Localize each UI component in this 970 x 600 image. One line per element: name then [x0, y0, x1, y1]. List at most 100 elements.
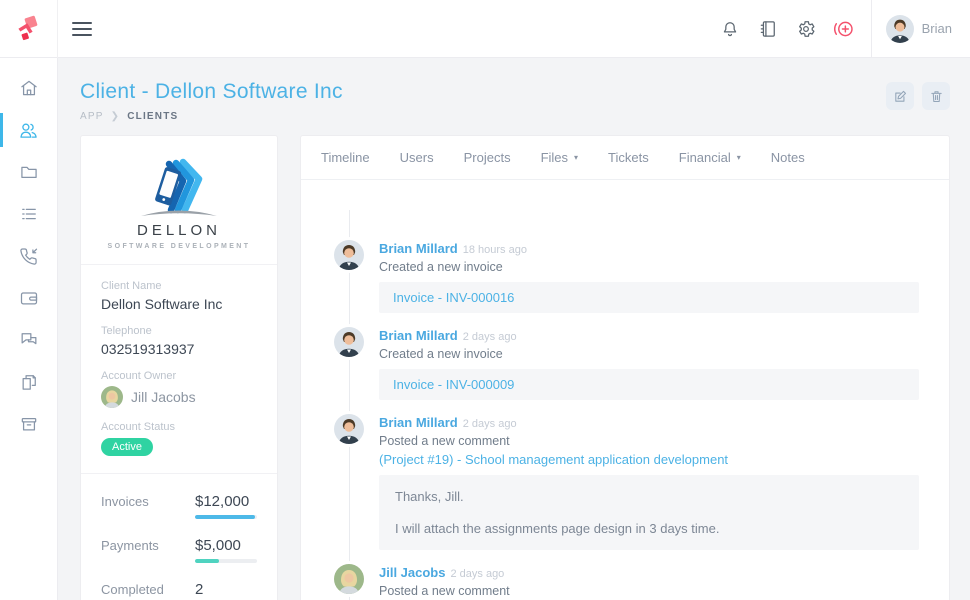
copy-documents-icon	[19, 372, 39, 392]
folder-icon	[19, 162, 39, 182]
tab-label: Financial	[679, 150, 731, 165]
quick-add-icon[interactable]	[825, 0, 863, 58]
stat-progress-fill	[195, 515, 255, 519]
timeline: Brian Millard 18 hours ago Created a new …	[334, 180, 919, 600]
tab-projects[interactable]: Projects	[449, 150, 526, 165]
stat-value: 2	[195, 581, 257, 598]
entry-user-link[interactable]: Jill Jacobs	[379, 565, 445, 580]
stat-invoices: Invoices $12,000	[101, 493, 257, 519]
sidebar	[0, 58, 58, 600]
stat-progress-track	[195, 559, 257, 563]
client-field-account-owner: Account Owner Jill Jacobs	[101, 370, 257, 408]
main-content: Client - Dellon Software Inc APP ❯ CLIEN…	[58, 58, 970, 600]
tab-tickets[interactable]: Tickets	[593, 150, 664, 165]
breadcrumb-clients[interactable]: CLIENTS	[127, 111, 178, 122]
timeline-entry: Brian Millard 18 hours ago Created a new …	[334, 240, 919, 313]
sidebar-item-messages[interactable]	[0, 319, 57, 361]
sidebar-item-payments[interactable]	[0, 277, 57, 319]
entry-avatar	[334, 240, 364, 270]
settings-gear-icon[interactable]	[787, 0, 825, 58]
entry-action-text: Posted a new comment	[379, 434, 919, 448]
topbar: Brian	[0, 0, 970, 58]
client-stats: Invoices $12,000 Payments $5,000 Complet…	[81, 474, 277, 600]
status-badge: Active	[101, 438, 153, 456]
tab-files[interactable]: Files ▾	[526, 150, 593, 165]
user-menu[interactable]: Brian	[872, 0, 970, 58]
breadcrumb-separator-icon: ❯	[111, 111, 121, 122]
phone-incoming-icon	[19, 246, 39, 266]
entry-user-link[interactable]: Brian Millard	[379, 241, 458, 256]
tabs: Timeline Users Projects Files ▾ Tickets …	[301, 136, 949, 180]
page-header: Client - Dellon Software Inc APP ❯ CLIEN…	[80, 80, 950, 122]
chevron-down-icon: ▾	[574, 153, 578, 162]
notifications-bell-icon[interactable]	[711, 0, 749, 58]
field-label: Account Status	[101, 421, 257, 433]
field-label: Client Name	[101, 280, 257, 292]
tab-label: Notes	[771, 150, 805, 165]
header-actions	[886, 82, 950, 110]
entry-action-text: Posted a new comment	[379, 584, 919, 598]
entry-avatar	[334, 414, 364, 444]
clients-users-icon	[18, 120, 39, 141]
sidebar-item-projects[interactable]	[0, 151, 57, 193]
sidebar-item-archive[interactable]	[0, 403, 57, 445]
archive-box-icon	[19, 414, 39, 434]
entry-action-text: Created a new invoice	[379, 260, 919, 274]
client-logo-tagline: SOFTWARE DEVELOPMENT	[108, 243, 251, 250]
client-field-telephone: Telephone 032519313937	[101, 325, 257, 357]
topbar-user-name: Brian	[922, 21, 952, 36]
entry-project-link[interactable]: (Project #19) - School management applic…	[379, 452, 919, 467]
sidebar-item-clients[interactable]	[0, 109, 57, 151]
entry-user-link[interactable]: Brian Millard	[379, 328, 458, 343]
edit-client-button[interactable]	[886, 82, 914, 110]
entry-timestamp: 18 hours ago	[463, 244, 527, 256]
sidebar-item-calls[interactable]	[0, 235, 57, 277]
owner-avatar	[101, 386, 123, 408]
app-window: Brian	[0, 0, 970, 600]
tab-users[interactable]: Users	[385, 150, 449, 165]
app-logo-icon	[15, 15, 42, 42]
client-field-account-status: Account Status Active	[101, 421, 257, 456]
client-details: Client Name Dellon Software Inc Telephon…	[81, 265, 277, 474]
stat-label: Payments	[101, 537, 195, 563]
client-card: DELLON SOFTWARE DEVELOPMENT Client Name …	[80, 135, 278, 600]
entry-comment: Thanks, Jill.I will attach the assignmen…	[379, 475, 919, 550]
sidebar-item-home[interactable]	[0, 67, 57, 109]
stat-label: Completed Projects	[101, 581, 195, 600]
delete-client-button[interactable]	[922, 82, 950, 110]
entry-action-text: Created a new invoice	[379, 347, 919, 361]
account-owner-row: Jill Jacobs	[101, 386, 257, 408]
app-logo[interactable]	[0, 0, 58, 58]
entry-timestamp: 2 days ago	[463, 418, 517, 430]
entry-invoice-link[interactable]: Invoice - INV-000009	[379, 369, 919, 400]
wallet-icon	[19, 288, 39, 308]
timeline-entry: Brian Millard 2 days ago Created a new in…	[334, 327, 919, 400]
page-title: Client - Dellon Software Inc	[80, 80, 343, 104]
content-panel: Timeline Users Projects Files ▾ Tickets …	[300, 135, 950, 600]
contacts-book-icon[interactable]	[749, 0, 787, 58]
stat-completed-projects: Completed Projects 2	[101, 581, 257, 600]
client-field-client-name: Client Name Dellon Software Inc	[101, 280, 257, 312]
entry-avatar	[334, 564, 364, 594]
tab-label: Projects	[464, 150, 511, 165]
entry-invoice-link[interactable]: Invoice - INV-000016	[379, 282, 919, 313]
breadcrumb: APP ❯ CLIENTS	[80, 111, 343, 122]
client-logo: DELLON SOFTWARE DEVELOPMENT	[81, 136, 277, 265]
owner-name: Jill Jacobs	[131, 389, 196, 405]
tab-financial[interactable]: Financial ▾	[664, 150, 756, 165]
tab-label: Tickets	[608, 150, 649, 165]
timeline-entry: Brian Millard 2 days ago Posted a new com…	[334, 414, 919, 550]
entry-timestamp: 2 days ago	[463, 331, 517, 343]
timeline-entry: Jill Jacobs 2 days ago Posted a new comme…	[334, 564, 919, 600]
tab-timeline[interactable]: Timeline	[321, 150, 385, 165]
menu-icon[interactable]	[72, 22, 92, 36]
entry-timestamp: 2 days ago	[450, 568, 504, 580]
field-value: Dellon Software Inc	[101, 296, 257, 312]
stat-value: $5,000	[195, 537, 257, 554]
entry-user-link[interactable]: Brian Millard	[379, 415, 458, 430]
tab-notes[interactable]: Notes	[756, 150, 820, 165]
sidebar-item-tasks[interactable]	[0, 193, 57, 235]
breadcrumb-app[interactable]: APP	[80, 111, 104, 122]
sidebar-item-documents[interactable]	[0, 361, 57, 403]
tab-label: Timeline	[321, 150, 370, 165]
